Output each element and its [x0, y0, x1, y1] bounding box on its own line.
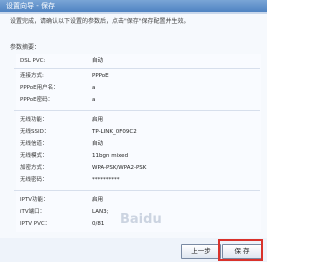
row-key: iTV端口： — [20, 209, 46, 215]
row-value: 启用 — [92, 117, 104, 123]
row-key: 无线SSID： — [20, 129, 50, 135]
row-key: PPPoE用户名： — [20, 85, 59, 91]
row-value: a — [92, 85, 96, 91]
row-pppoe-username: PPPoE用户名： a — [20, 83, 260, 93]
title-underline — [0, 12, 267, 14]
row-value: ********** — [92, 177, 120, 183]
baidu-watermark: Baidu — [120, 212, 162, 227]
row-wireless-ssid: 无线SSID： TP-LINK_0F09C2 — [20, 127, 260, 137]
row-value: 11bgn mixed — [92, 153, 129, 159]
row-connection-type: 连接方式: PPPoE — [20, 71, 260, 81]
row-value: a — [92, 97, 96, 103]
row-key: 加密方式： — [20, 165, 48, 171]
row-value: WPA-PSK/WPA2-PSK — [92, 165, 147, 171]
row-key: 无线功能： — [20, 117, 48, 123]
row-key: 连接方式: — [20, 73, 44, 79]
row-pppoe-password: PPPoE密码： a — [20, 95, 260, 105]
setup-wizard-window: 设置向导 - 保存 设置完成，请确认以下设置的参数后，点击"保存"保存配置并生效… — [0, 0, 267, 262]
row-dsl-pvc: DSL PVC: 自动 — [20, 56, 260, 66]
row-value: 自动 — [92, 58, 104, 64]
row-wireless-password: 无线密码： ********** — [20, 175, 260, 185]
row-key: DSL PVC: — [20, 58, 46, 64]
row-key: 无线信道： — [20, 141, 48, 147]
row-wireless-mode: 无线模式： 11bgn mixed — [20, 151, 260, 161]
row-encryption: 加密方式： WPA-PSK/WPA2-PSK — [20, 163, 260, 173]
row-key: 无线模式： — [20, 153, 48, 159]
save-button-highlight — [218, 239, 263, 261]
divider — [14, 110, 260, 111]
divider — [14, 190, 260, 191]
row-value: PPPoE — [92, 73, 109, 79]
row-key: 无线密码： — [20, 177, 48, 183]
row-value: 启用 — [92, 197, 104, 203]
title-bar: 设置向导 - 保存 — [0, 0, 267, 12]
row-key: IPTV PVC： — [20, 221, 51, 227]
confirm-notice: 设置完成，请确认以下设置的参数后，点击"保存"保存配置并生效。 — [10, 18, 190, 25]
row-value: LAN3; — [92, 209, 109, 215]
row-wireless-channel: 无线信道： 自动 — [20, 139, 260, 149]
row-iptv-enabled: IPTV功能： 启用 — [20, 195, 260, 205]
row-value: TP-LINK_0F09C2 — [92, 129, 137, 135]
row-value: 自动 — [92, 141, 104, 147]
divider — [14, 68, 260, 69]
row-wireless-enabled: 无线功能： 启用 — [20, 115, 260, 125]
summary-title: 参数摘要： — [10, 44, 41, 51]
previous-step-button[interactable]: 上一步 — [181, 244, 221, 259]
row-value: 0/81 — [92, 221, 105, 227]
row-key: IPTV功能： — [20, 197, 49, 203]
row-key: PPPoE密码： — [20, 97, 54, 103]
window-title: 设置向导 - 保存 — [6, 2, 55, 10]
